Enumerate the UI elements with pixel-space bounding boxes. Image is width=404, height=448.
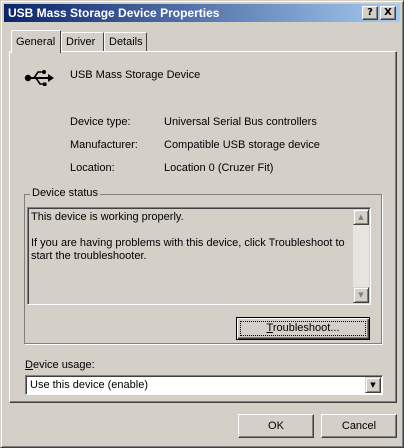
troubleshoot-accesskey: T bbox=[266, 322, 273, 334]
properties-dialog: USB Mass Storage Device Properties ? X G… bbox=[0, 0, 404, 448]
cancel-button[interactable]: Cancel bbox=[321, 414, 397, 438]
tab-general[interactable]: General bbox=[11, 30, 61, 53]
tab-details-label: Details bbox=[109, 36, 143, 48]
manufacturer-label: Manufacturer: bbox=[70, 139, 138, 151]
usb-icon bbox=[24, 66, 56, 90]
device-usage-label-rest: evice usage: bbox=[32, 359, 95, 371]
ok-button[interactable]: OK bbox=[238, 414, 314, 438]
window-title: USB Mass Storage Device Properties bbox=[8, 6, 220, 20]
manufacturer-value: Compatible USB storage device bbox=[164, 139, 320, 151]
device-type-label: Device type: bbox=[70, 116, 131, 128]
tab-driver-label: Driver bbox=[66, 36, 96, 48]
status-line-1: This device is working properly. bbox=[31, 211, 184, 223]
scroll-up-arrow-icon[interactable]: ▲ bbox=[353, 209, 369, 225]
close-button[interactable]: X bbox=[380, 6, 396, 20]
tab-details[interactable]: Details bbox=[104, 32, 147, 52]
scroll-down-arrow-icon[interactable]: ▼ bbox=[353, 287, 369, 303]
device-status-textbox[interactable]: This device is working properly. If you … bbox=[27, 207, 371, 305]
device-usage-accesskey: D bbox=[25, 359, 33, 371]
troubleshoot-button-label: roubleshoot... bbox=[272, 322, 340, 334]
title-bar[interactable]: USB Mass Storage Device Properties ? X bbox=[4, 4, 400, 22]
status-line-2: If you are having problems with this dev… bbox=[31, 237, 345, 262]
location-value: Location 0 (Cruzer Fit) bbox=[164, 162, 274, 174]
device-name: USB Mass Storage Device bbox=[70, 69, 201, 81]
chevron-down-icon[interactable]: ▼ bbox=[365, 377, 381, 393]
troubleshoot-button[interactable]: Troubleshoot... bbox=[236, 317, 370, 340]
device-usage-label: Device usage: bbox=[25, 359, 95, 371]
device-status-group-label: Device status bbox=[30, 187, 101, 199]
location-label: Location: bbox=[70, 162, 115, 174]
device-type-value: Universal Serial Bus controllers bbox=[164, 116, 317, 128]
status-text-area: This device is working properly. If you … bbox=[31, 211, 349, 276]
tab-general-label: General bbox=[16, 36, 56, 48]
device-usage-select[interactable]: Use this device (enable) ▼ bbox=[25, 375, 383, 395]
status-scrollbar[interactable]: ▲ ▼ bbox=[353, 209, 369, 303]
device-usage-selected-value: Use this device (enable) bbox=[30, 379, 149, 391]
tab-driver[interactable]: Driver bbox=[61, 32, 104, 52]
help-button[interactable]: ? bbox=[362, 6, 378, 20]
